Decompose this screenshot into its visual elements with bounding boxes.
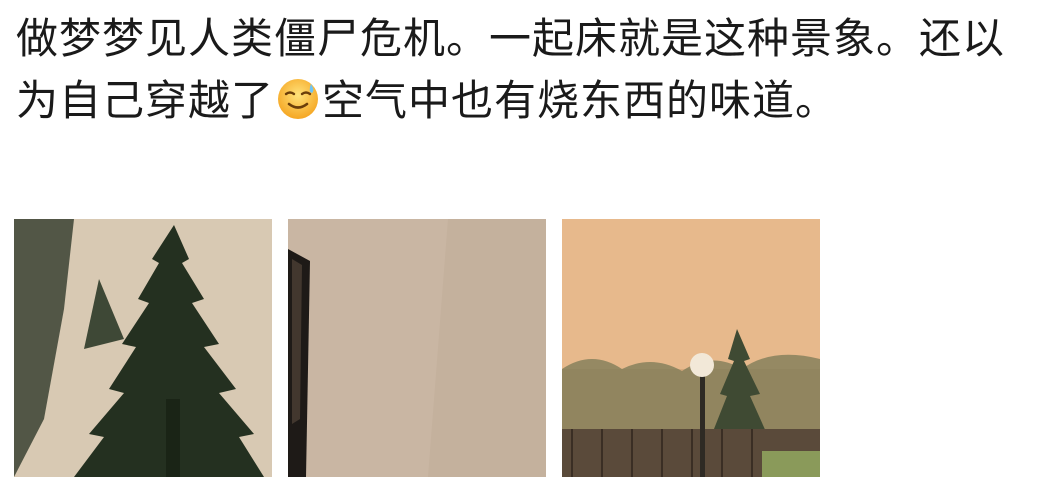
smoky-sky-wall-corner-photo	[288, 219, 546, 477]
post-text-part2: 空气中也有烧东西的味道。	[322, 76, 839, 125]
photo-thumbnail-3[interactable]	[562, 219, 820, 477]
photo-thumbnail-1[interactable]	[14, 219, 272, 477]
smoky-sky-lamp-fence-photo	[562, 219, 820, 477]
photo-thumbnail-2[interactable]	[288, 219, 546, 477]
post-text: 做梦梦见人类僵尸危机。一起床就是这种景象。还以为自己穿越了 空气中也有烧东西的味…	[16, 8, 1016, 132]
sweat-smile-face-icon	[276, 76, 320, 120]
smoky-sky-pine-tree-photo	[14, 219, 272, 477]
